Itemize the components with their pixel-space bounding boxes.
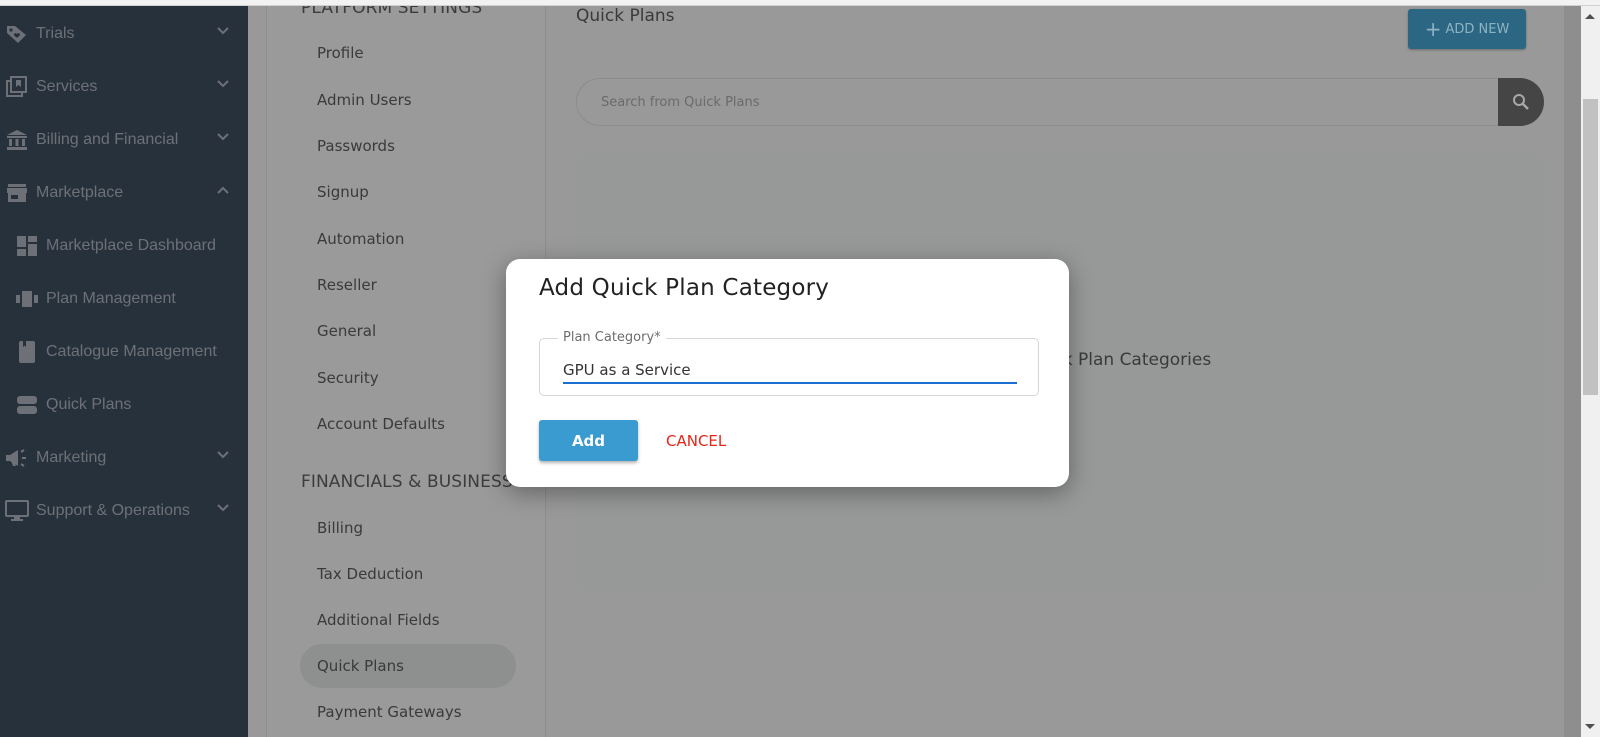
settings-item-signup[interactable]: Signup (300, 170, 516, 214)
add-new-button[interactable]: + ADD NEW (1408, 9, 1526, 49)
sidebar-item-label: Support & Operations (36, 502, 190, 519)
settings-item-admin-users[interactable]: Admin Users (300, 78, 516, 122)
sidebar-item-label: Quick Plans (46, 396, 132, 413)
scrollbar-thumb[interactable] (1583, 99, 1598, 395)
sidebar-item-label: Plan Management (46, 290, 176, 307)
page-title: Quick Plans (576, 6, 675, 26)
settings-item-account-defaults[interactable]: Account Defaults (300, 402, 516, 446)
chevron-down-icon (217, 504, 229, 512)
settings-item-additional-fields[interactable]: Additional Fields (300, 598, 516, 642)
plan-category-label: Plan Category* (558, 330, 666, 345)
tag-heart-icon (4, 23, 30, 45)
add-new-label: ADD NEW (1445, 21, 1510, 37)
search-input[interactable] (577, 94, 1498, 110)
sidebar-item-billing-and-financial[interactable]: Billing and Financial (0, 118, 248, 162)
settings-item-security[interactable]: Security (300, 356, 516, 400)
sidebar-item-trials[interactable]: Trials (0, 12, 248, 56)
store-icon (4, 182, 30, 204)
settings-item-payment-gateways[interactable]: Payment Gateways (300, 690, 516, 734)
add-button[interactable]: Add (539, 420, 638, 461)
cancel-button[interactable]: CANCEL (666, 420, 726, 461)
sidebar-item-label: Marketing (36, 449, 107, 466)
settings-item-tax-deduction[interactable]: Tax Deduction (300, 552, 516, 596)
plan-management-icon (14, 288, 40, 310)
search-bar (576, 77, 1544, 126)
chevron-down-icon (217, 133, 229, 141)
sidebar-item-services[interactable]: Services (0, 65, 248, 109)
settings-item-reseller[interactable]: Reseller (300, 263, 516, 307)
sidebar-item-label: Billing and Financial (36, 131, 179, 148)
services-icon (4, 76, 30, 98)
page-scrollbar[interactable] (1581, 6, 1600, 737)
bank-icon (4, 129, 30, 151)
sidebar-item-label: Catalogue Management (46, 343, 217, 360)
settings-item-billing[interactable]: Billing (300, 506, 516, 550)
plan-category-input[interactable] (563, 357, 1017, 384)
book-icon (14, 341, 40, 363)
sidebar-item-quick-plans[interactable]: Quick Plans (0, 383, 248, 427)
megaphone-icon (4, 447, 30, 469)
search-icon (1513, 93, 1529, 110)
sidebar-item-plan-management[interactable]: Plan Management (0, 277, 248, 321)
sidebar-item-marketing[interactable]: Marketing (0, 436, 248, 480)
section-title-financials-business: FINANCIALS & BUSINESS (301, 472, 513, 492)
sidebar-item-label: Marketplace (36, 184, 124, 201)
sidebar-item-support-and-operations[interactable]: Support & Operations (0, 489, 248, 533)
settings-item-passwords[interactable]: Passwords (300, 124, 516, 168)
sidebar-item-label: Trials (36, 25, 75, 42)
dialog-title: Add Quick Plan Category (539, 275, 830, 301)
scroll-down-arrow-icon[interactable] (1585, 724, 1595, 729)
settings-item-profile[interactable]: Profile (300, 31, 516, 75)
settings-item-general[interactable]: General (300, 309, 516, 353)
sidebar-item-marketplace[interactable]: Marketplace (0, 171, 248, 215)
monitor-icon (4, 500, 30, 522)
chevron-up-icon (217, 186, 229, 194)
settings-item-quick-plans[interactable]: Quick Plans (300, 644, 516, 688)
left-sidebar: Trials Services Billing and Financial Ma… (0, 6, 248, 737)
sidebar-item-marketplace-dashboard[interactable]: Marketplace Dashboard (0, 224, 248, 268)
sidebar-item-label: Marketplace Dashboard (46, 237, 216, 254)
add-quick-plan-category-dialog: Add Quick Plan Category Plan Category* A… (506, 259, 1069, 487)
dashboard-icon (14, 235, 40, 257)
quick-plans-icon (14, 394, 40, 416)
browser-top-edge (0, 0, 1600, 6)
settings-item-automation[interactable]: Automation (300, 217, 516, 261)
sidebar-item-label: Services (36, 78, 98, 95)
chevron-down-icon (217, 80, 229, 88)
chevron-down-icon (217, 27, 229, 35)
search-button[interactable] (1498, 77, 1544, 126)
plan-category-field: Plan Category* (539, 330, 1039, 396)
sidebar-item-catalogue-management[interactable]: Catalogue Management (0, 330, 248, 374)
scroll-up-arrow-icon[interactable] (1585, 14, 1595, 19)
content-edge (1564, 6, 1581, 737)
chevron-down-icon (217, 451, 229, 459)
plus-icon: + (1424, 17, 1442, 41)
